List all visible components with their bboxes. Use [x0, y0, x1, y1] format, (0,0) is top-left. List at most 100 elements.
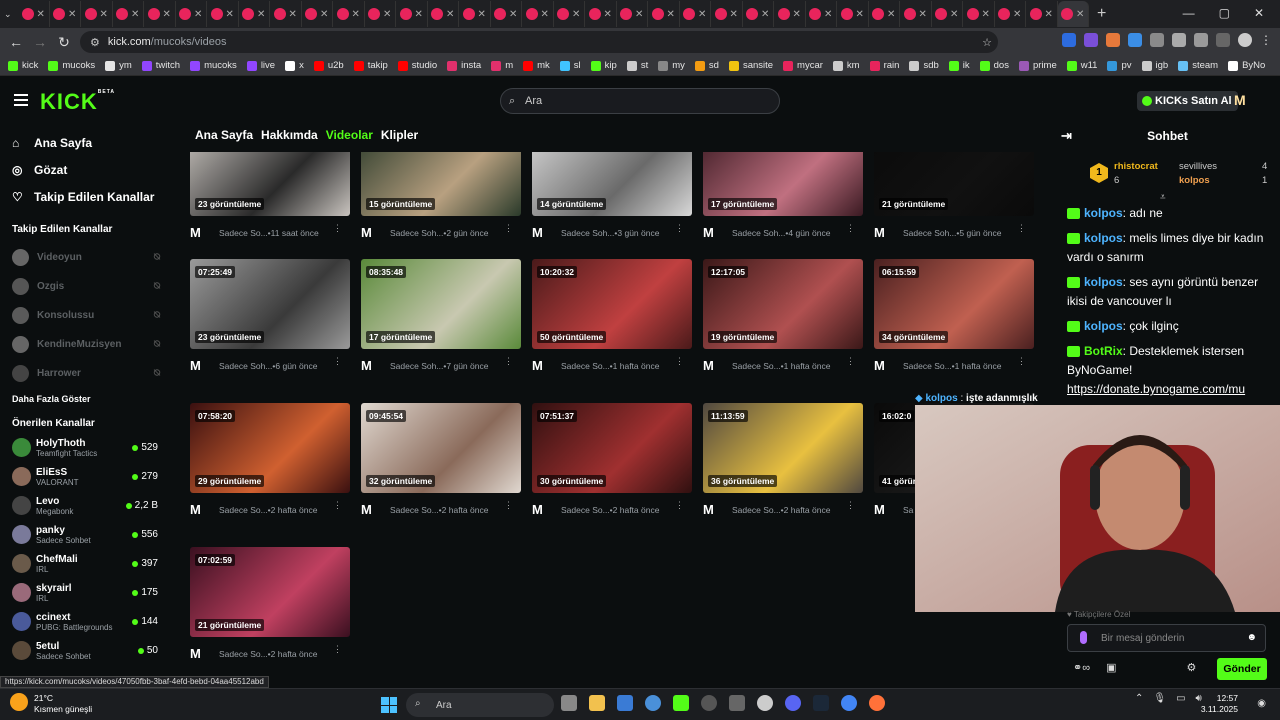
close-tab-icon[interactable]: ✕: [572, 9, 580, 20]
recommended-channel[interactable]: 5etul Sadece Sohbet 50: [0, 636, 180, 665]
video-card[interactable]: 12:17:05 19 görüntüleme M Sadece So... • 1 …: [703, 259, 863, 387]
close-tab-icon[interactable]: ✕: [1045, 9, 1053, 20]
tab-1[interactable]: Hakkımda: [261, 128, 318, 142]
bookmark-item[interactable]: kick: [8, 60, 38, 71]
video-card[interactable]: 15 görüntüleme M Sadece Soh... • 2 gün önc…: [361, 152, 521, 254]
video-options-icon[interactable]: ⋮: [846, 500, 855, 511]
bookmark-item[interactable]: mucoks: [48, 60, 95, 71]
chat-message-input[interactable]: Bir mesaj gönderin ☻: [1067, 624, 1266, 652]
close-tab-icon[interactable]: ✕: [730, 9, 738, 20]
close-tab-icon[interactable]: ✕: [509, 9, 517, 20]
browser-tab[interactable]: ✕: [522, 1, 554, 27]
video-card[interactable]: 07:58:20 29 görüntüleme M Sadece So... • 2 …: [190, 403, 350, 531]
followed-channel[interactable]: Ozgis ⍉: [0, 272, 180, 301]
close-tab-icon[interactable]: ✕: [856, 9, 864, 20]
browser-tab[interactable]: ✕: [270, 1, 302, 27]
video-card[interactable]: 10:20:32 50 görüntüleme M Sadece So... • 1 …: [532, 259, 692, 387]
video-card[interactable]: 11:13:59 36 görüntüleme M Sadece So... • 2 …: [703, 403, 863, 531]
close-tab-icon[interactable]: ✕: [131, 9, 139, 20]
browser-tab[interactable]: ✕: [1057, 1, 1089, 27]
recommended-channel[interactable]: ChefMali IRL 397: [0, 549, 180, 578]
video-title[interactable]: Sa: [903, 505, 913, 515]
video-options-icon[interactable]: ⋮: [333, 223, 342, 234]
followed-channel[interactable]: KendineMuzisyen ⍉: [0, 330, 180, 359]
video-card[interactable]: 07:51:37 30 görüntüleme M Sadece So... • 2 …: [532, 403, 692, 531]
video-title[interactable]: Sadece So...: [219, 505, 268, 515]
browser-tab[interactable]: ✕: [113, 1, 144, 27]
video-card[interactable]: 08:35:48 17 görüntüleme M Sadece Soh... • 7…: [361, 259, 521, 387]
sidebar-nav-1[interactable]: ◎ Gözat: [0, 156, 180, 183]
video-options-icon[interactable]: ⋮: [504, 356, 513, 367]
browser-tab[interactable]: ✕: [680, 1, 711, 27]
video-title[interactable]: Sadece So...: [561, 361, 610, 371]
taskbar-search[interactable]: ⌕ Ara: [406, 693, 554, 717]
collapse-chat-icon[interactable]: ⇥: [1061, 126, 1072, 146]
video-options-icon[interactable]: ⋮: [675, 500, 684, 511]
close-window-button[interactable]: ✕: [1254, 6, 1264, 20]
chat-username[interactable]: kolpos: [1084, 206, 1123, 220]
bookmark-item[interactable]: km: [832, 60, 860, 71]
site-info-icon[interactable]: ⚙: [90, 36, 100, 49]
browser-tab[interactable]: ✕: [743, 1, 774, 27]
browser-tab[interactable]: ✕: [774, 1, 806, 27]
close-tab-icon[interactable]: ✕: [667, 9, 675, 20]
close-tab-icon[interactable]: ✕: [257, 9, 265, 20]
video-thumbnail[interactable]: 23 görüntüleme: [190, 152, 350, 216]
browser-tab[interactable]: ✕: [207, 1, 239, 27]
show-more-link[interactable]: Daha Fazla Göster: [0, 394, 180, 404]
browser-tab[interactable]: ✕: [554, 1, 585, 27]
tab-list-chevron-icon[interactable]: ⌄: [4, 9, 18, 20]
video-card[interactable]: 09:45:54 32 görüntüleme M Sadece So... • 2 …: [361, 403, 521, 531]
close-tab-icon[interactable]: ✕: [194, 9, 202, 20]
recommended-channel[interactable]: panky Sadece Sohbet 556: [0, 520, 180, 549]
video-title[interactable]: Sadece Soh...: [732, 228, 785, 238]
video-options-icon[interactable]: ⋮: [1017, 223, 1026, 234]
video-card[interactable]: 17 görüntüleme M Sadece Soh... • 4 gün önc…: [703, 152, 863, 254]
bookmark-item[interactable]: pv: [1107, 60, 1132, 71]
close-tab-icon[interactable]: ✕: [541, 9, 549, 20]
browser-tab[interactable]: ✕: [1026, 1, 1058, 27]
video-card[interactable]: 07:25:49 23 görüntüleme M Sadece Soh... • 6…: [190, 259, 350, 387]
video-title[interactable]: Sadece So...: [219, 649, 268, 659]
video-card[interactable]: 21 görüntüleme M Sadece Soh... • 5 gün önc…: [874, 152, 1034, 254]
url-bar[interactable]: ⚙ kick.com/mucoks/videos ☆: [80, 31, 998, 53]
leader-3-name[interactable]: kolpos: [1179, 175, 1210, 186]
bookmark-item[interactable]: takip: [353, 60, 388, 71]
bookmark-item[interactable]: rain: [869, 60, 899, 71]
followed-channel[interactable]: Konsolussu ⍉: [0, 301, 180, 330]
steam-icon[interactable]: [813, 695, 829, 711]
task-view-icon[interactable]: [561, 695, 577, 711]
video-title[interactable]: Sadece So...: [561, 505, 610, 515]
minimize-button[interactable]: —: [1183, 6, 1195, 20]
bookmark-item[interactable]: prime: [1018, 60, 1057, 71]
video-title[interactable]: Sadece So...: [732, 505, 781, 515]
chat-username[interactable]: BotRix: [1084, 344, 1123, 358]
video-card[interactable]: 14 görüntüleme M Sadece Soh... • 3 gün önc…: [532, 152, 692, 254]
bookmark-item[interactable]: st: [626, 60, 648, 71]
close-tab-icon[interactable]: ✕: [68, 9, 76, 20]
tab-3[interactable]: Klipler: [381, 128, 418, 142]
video-thumbnail[interactable]: 17 görüntüleme: [703, 152, 863, 216]
maximize-button[interactable]: ▢: [1219, 6, 1230, 20]
chat-username[interactable]: kolpos: [1084, 231, 1123, 245]
reading-list-icon[interactable]: [1216, 33, 1230, 47]
close-tab-icon[interactable]: ✕: [604, 9, 612, 20]
recommended-channel[interactable]: skyrairl IRL 175: [0, 578, 180, 607]
video-title[interactable]: Sadece So...: [903, 361, 952, 371]
video-thumbnail[interactable]: 11:13:59 36 görüntüleme: [703, 403, 863, 493]
video-title[interactable]: Sadece Soh...: [390, 361, 443, 371]
video-title[interactable]: Sadece So...: [732, 361, 781, 371]
reload-button[interactable]: ↻: [52, 34, 76, 51]
tray-overflow-icon[interactable]: ⌃: [1135, 693, 1143, 704]
browser-tab[interactable]: ✕: [837, 1, 869, 27]
chat-username[interactable]: kolpos: [1084, 275, 1123, 289]
video-title[interactable]: Sadece Soh...: [561, 228, 614, 238]
close-tab-icon[interactable]: ✕: [1076, 9, 1084, 20]
back-button[interactable]: ←: [4, 34, 28, 50]
extension-icon[interactable]: [1172, 33, 1186, 47]
browser-tab[interactable]: ✕: [491, 1, 522, 27]
close-tab-icon[interactable]: ✕: [824, 9, 832, 20]
video-thumbnail[interactable]: 15 görüntüleme: [361, 152, 521, 216]
video-card[interactable]: 23 görüntüleme M Sadece So... • 11 saat ön…: [190, 152, 350, 254]
bookmark-item[interactable]: studio: [397, 60, 437, 71]
